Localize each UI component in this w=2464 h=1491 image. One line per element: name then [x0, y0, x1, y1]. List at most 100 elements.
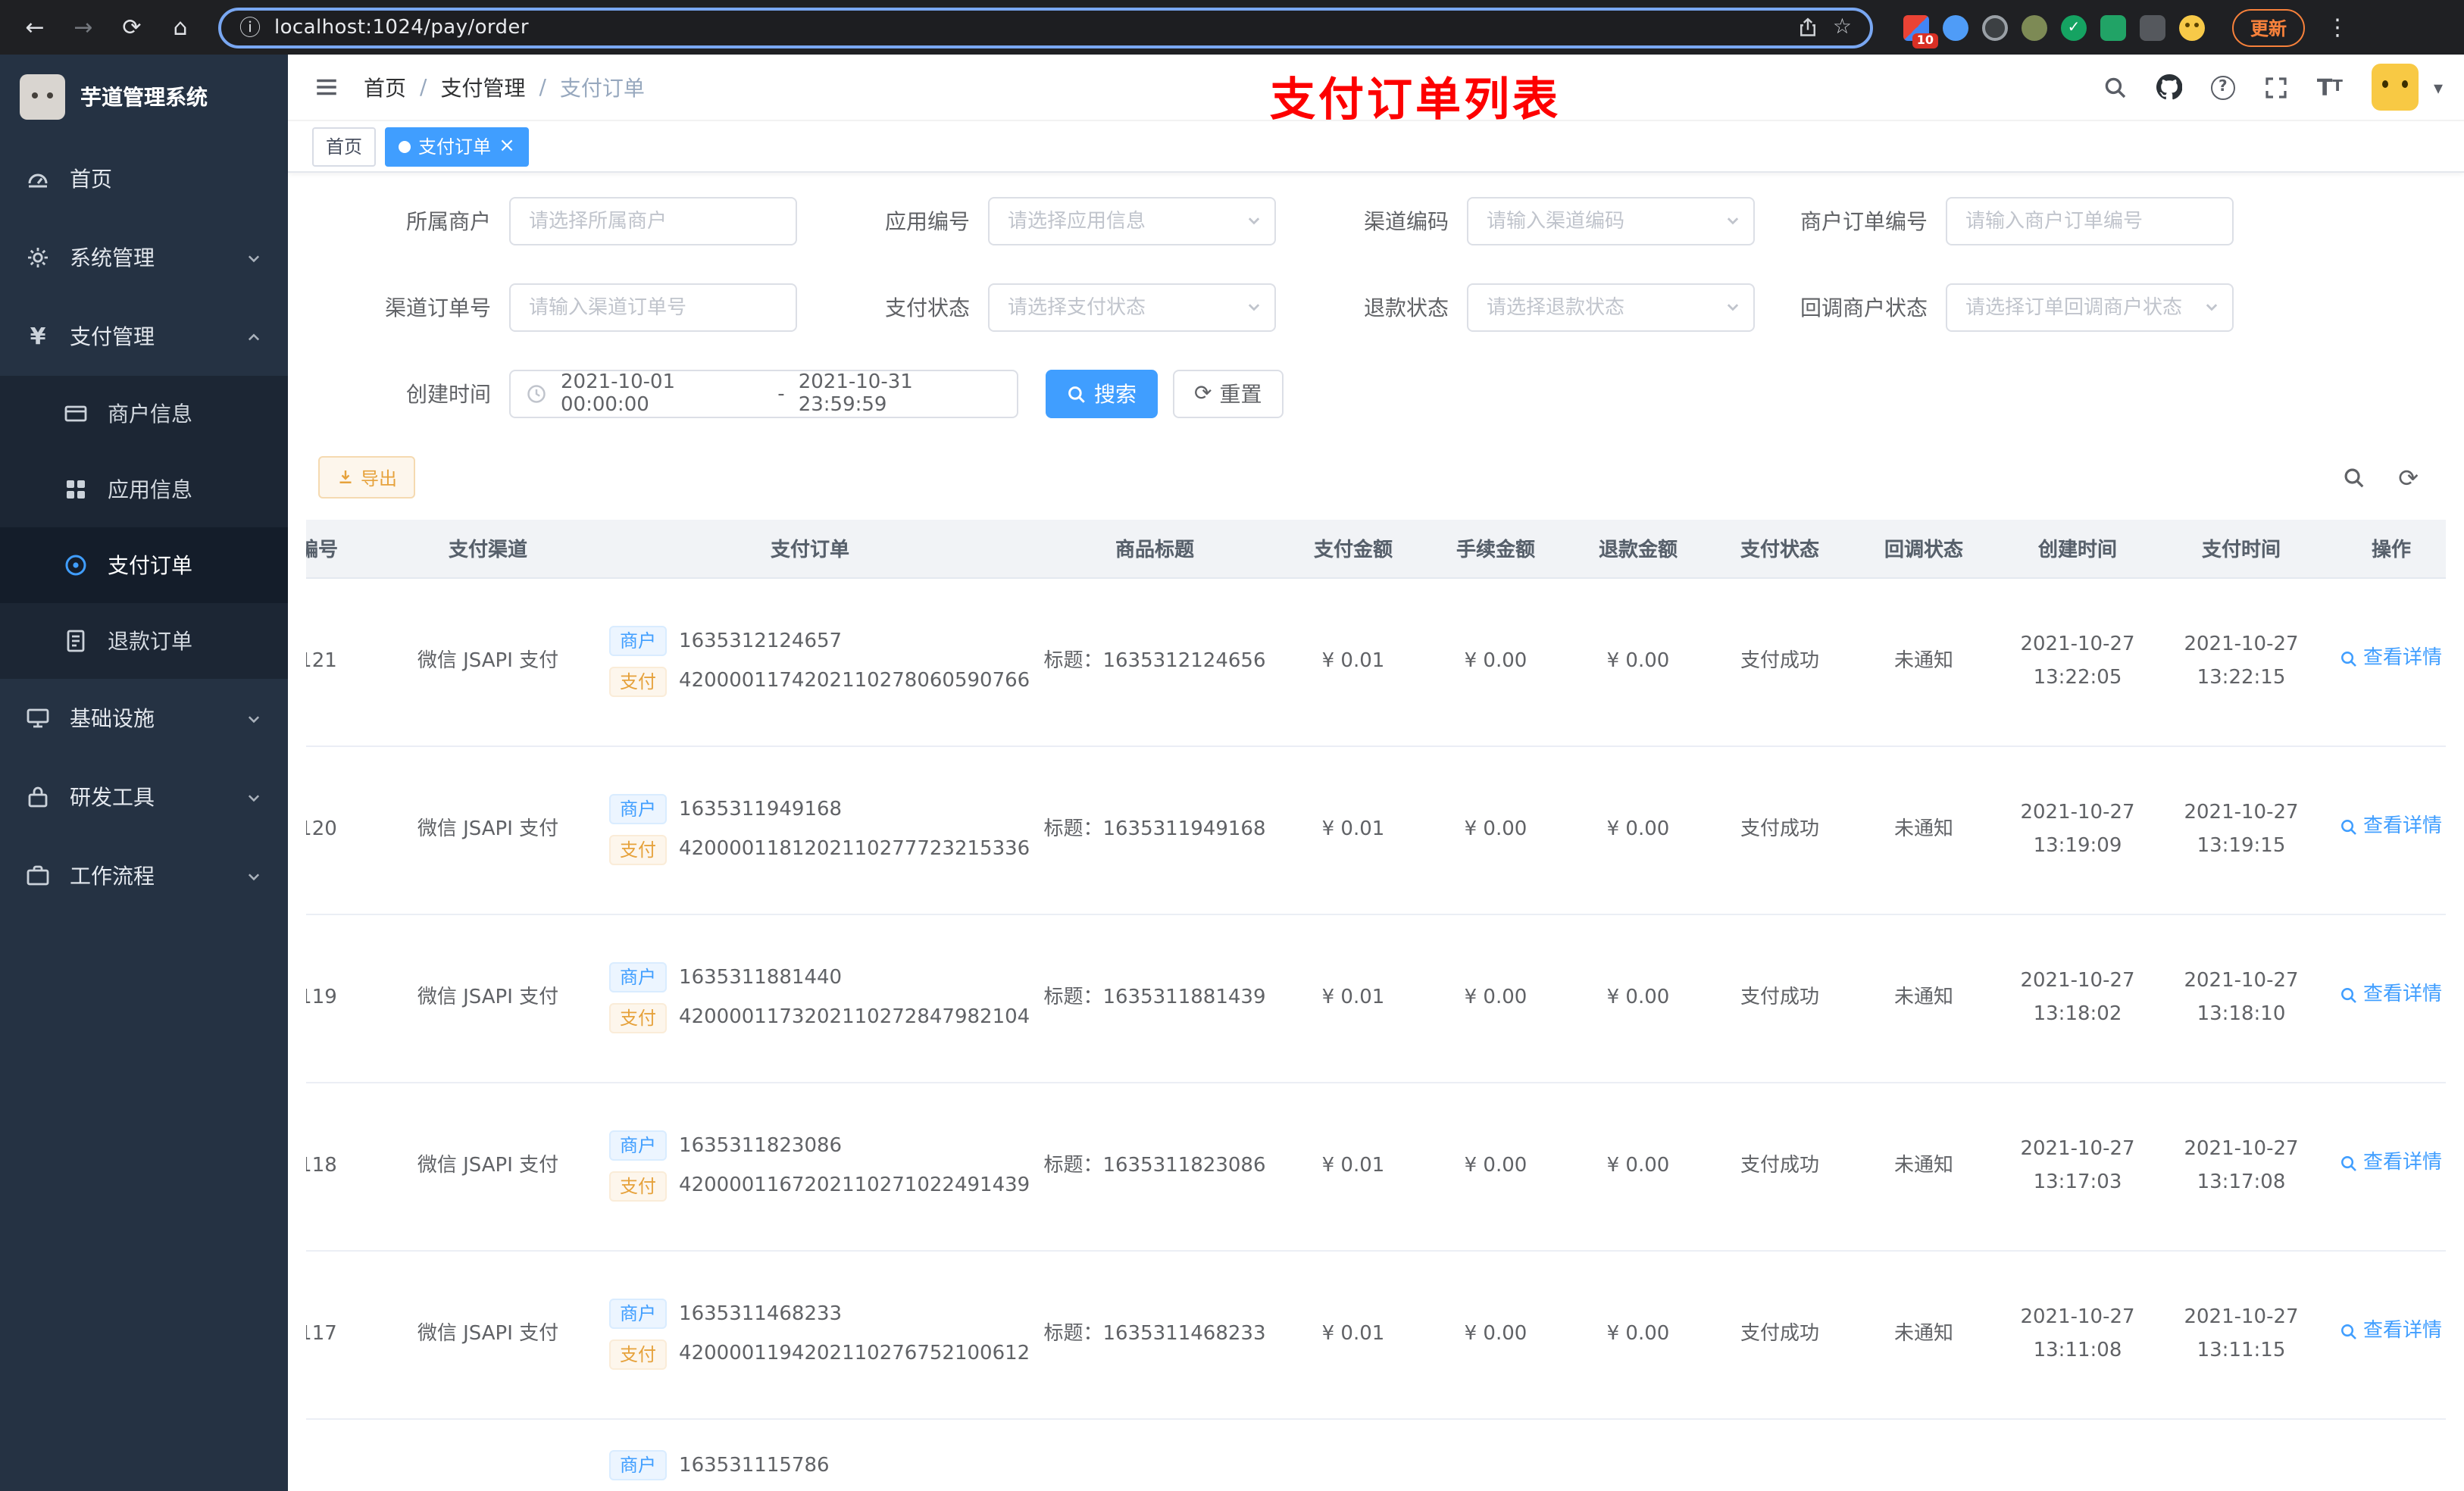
merchant-order-no-input[interactable] — [1946, 197, 2234, 245]
pay-status-select[interactable] — [988, 283, 1276, 332]
cell-amount: ¥ 0.01 — [1284, 914, 1423, 1083]
fullscreen-icon[interactable] — [2264, 75, 2288, 99]
view-detail-link[interactable]: 查看详情 — [2340, 980, 2442, 1012]
lock-icon — [26, 785, 50, 809]
active-dot-icon — [399, 140, 411, 152]
breadcrumb-home[interactable]: 首页 — [364, 72, 406, 102]
refresh-table-icon[interactable]: ⟳ — [2398, 463, 2419, 492]
site-info-icon[interactable]: ⓘ — [239, 12, 261, 42]
extension-check-icon[interactable]: ✓ — [2061, 14, 2087, 40]
screen: ← → ⟳ ⌂ ⓘ localhost:1024/pay/order ☆ 10 … — [0, 0, 2464, 1491]
extension-face-icon[interactable] — [2179, 14, 2205, 40]
channel-code-select[interactable] — [1467, 197, 1755, 245]
view-detail-link[interactable]: 查看详情 — [2340, 643, 2442, 676]
view-detail-link[interactable]: 查看详情 — [2340, 1148, 2442, 1180]
cell-channel: 微信 JSAPI 支付 — [382, 914, 594, 1083]
sidebar-item-merchant-info[interactable]: 商户信息 — [0, 376, 288, 452]
app-id-select[interactable] — [988, 197, 1276, 245]
search-icon[interactable] — [2103, 75, 2128, 99]
merchant-order-no: 163531115786 — [679, 1454, 830, 1477]
export-button[interactable]: 导出 — [318, 456, 416, 499]
extension-green-square-icon[interactable] — [2100, 14, 2126, 40]
cell-created: 2021-10-27 13:11:08 — [1996, 1250, 2159, 1419]
extension-badge: 10 — [1912, 33, 1938, 48]
browser-back-button[interactable]: ← — [15, 8, 55, 47]
sidebar-item-refund-order[interactable]: 退款订单 — [0, 603, 288, 679]
caret-down-icon[interactable]: ▾ — [2434, 77, 2443, 98]
col-id: 编号 — [306, 520, 382, 578]
pay-order-no: 4200001174202110278060590766 — [679, 670, 1030, 692]
browser-forward-button[interactable]: → — [64, 8, 103, 47]
sidebar-toggle-button[interactable] — [288, 54, 364, 120]
avatar[interactable] — [2371, 64, 2419, 111]
sidebar-item-label: 退款订单 — [108, 630, 192, 655]
sidebar-item-payment[interactable]: ¥ 支付管理 — [0, 297, 288, 376]
col-created: 创建时间 — [1996, 520, 2159, 578]
url-text[interactable]: localhost:1024/pay/order — [274, 16, 1784, 39]
cell-status: 支付成功 — [1708, 914, 1852, 1083]
filter-app-id: 应用编号 — [806, 197, 1276, 245]
address-bar[interactable]: ⓘ localhost:1024/pay/order ☆ — [218, 7, 1873, 48]
close-icon[interactable]: × — [499, 136, 515, 156]
view-detail-link[interactable]: 查看详情 — [2340, 811, 2442, 844]
help-icon[interactable]: ? — [2210, 75, 2235, 99]
merchant-badge: 商户 — [609, 1130, 668, 1161]
github-icon[interactable] — [2156, 74, 2182, 100]
browser-menu-icon[interactable]: ⋮ — [2326, 14, 2349, 41]
channel-order-no-input[interactable] — [509, 283, 797, 332]
extension-colorful-icon[interactable]: 10 — [1903, 14, 1938, 48]
tab-pay-order[interactable]: 支付订单 × — [385, 127, 529, 166]
filter-refund-status: 退款状态 — [1285, 283, 1755, 332]
search-button-label: 搜索 — [1094, 383, 1137, 408]
reset-button[interactable]: ⟳ 重置 — [1173, 370, 1284, 418]
cell-paid — [2159, 1418, 2323, 1491]
browser-reload-button[interactable]: ⟳ — [112, 8, 152, 47]
refund-status-select[interactable] — [1467, 283, 1755, 332]
filter-label: 商户订单编号 — [1800, 211, 1928, 235]
font-size-icon[interactable]: TT — [2317, 73, 2343, 101]
refresh-icon: ⟳ — [1194, 382, 1212, 406]
browser-update-button[interactable]: 更新 — [2232, 8, 2306, 46]
sidebar-item-label: 研发工具 — [70, 786, 155, 811]
sidebar-item-dev-tools[interactable]: 研发工具 — [0, 758, 288, 836]
sidebar-item-system[interactable]: 系统管理 — [0, 218, 288, 297]
cell-created: 2021-10-27 13:18:02 — [1996, 914, 2159, 1083]
extension-gray-icon[interactable] — [1982, 14, 2008, 40]
sidebar-item-pay-order[interactable]: 支付订单 — [0, 527, 288, 603]
toggle-search-icon[interactable] — [2342, 466, 2365, 489]
pay-order-no: 4200001181202110277723215336 — [679, 838, 1030, 861]
bookmark-star-icon[interactable]: ☆ — [1833, 15, 1852, 39]
grid-icon — [64, 477, 88, 502]
sidebar-item-workflow[interactable]: 工作流程 — [0, 836, 288, 915]
search-button[interactable]: 搜索 — [1046, 370, 1158, 418]
extension-olive-icon[interactable] — [2022, 14, 2047, 40]
cell-id: 121 — [306, 577, 382, 746]
merchant-badge: 商户 — [609, 1299, 668, 1330]
table-row-partial: 商户 163531115786 — [306, 1418, 2446, 1491]
sidebar-item-app-info[interactable]: 应用信息 — [0, 452, 288, 527]
breadcrumb-payment[interactable]: 支付管理 — [440, 72, 525, 102]
pay-badge: 支付 — [609, 834, 668, 865]
sidebar-item-label: 基础设施 — [70, 708, 155, 732]
tab-home[interactable]: 首页 — [312, 127, 377, 166]
merchant-badge: 商户 — [609, 626, 668, 657]
share-icon[interactable] — [1798, 17, 1819, 38]
date-range-input[interactable]: 2021-10-01 00:00:00 - 2021-10-31 23:59:5… — [509, 370, 1018, 418]
col-order: 支付订单 — [594, 520, 1026, 578]
notify-status-select[interactable] — [1946, 283, 2234, 332]
cell-amount: ¥ 0.01 — [1284, 577, 1423, 746]
chevron-up-icon — [245, 328, 262, 345]
pay-order-no: 4200001167202110271022491439 — [679, 1174, 1030, 1197]
extension-pin-icon[interactable] — [2140, 14, 2165, 40]
sidebar-logo[interactable]: 芋道管理系统 — [0, 55, 288, 139]
extension-blue-drop-icon[interactable] — [1943, 14, 1968, 40]
browser-home-button[interactable]: ⌂ — [161, 8, 200, 47]
merchant-input[interactable] — [509, 197, 797, 245]
cell-fee — [1423, 1418, 1568, 1491]
sidebar-item-home[interactable]: 首页 — [0, 139, 288, 218]
filter-label: 渠道订单号 — [385, 297, 491, 321]
col-amount: 支付金额 — [1284, 520, 1423, 578]
view-detail-link[interactable]: 查看详情 — [2340, 1316, 2442, 1349]
sidebar-item-label: 工作流程 — [70, 865, 155, 889]
sidebar-item-infrastructure[interactable]: 基础设施 — [0, 679, 288, 758]
